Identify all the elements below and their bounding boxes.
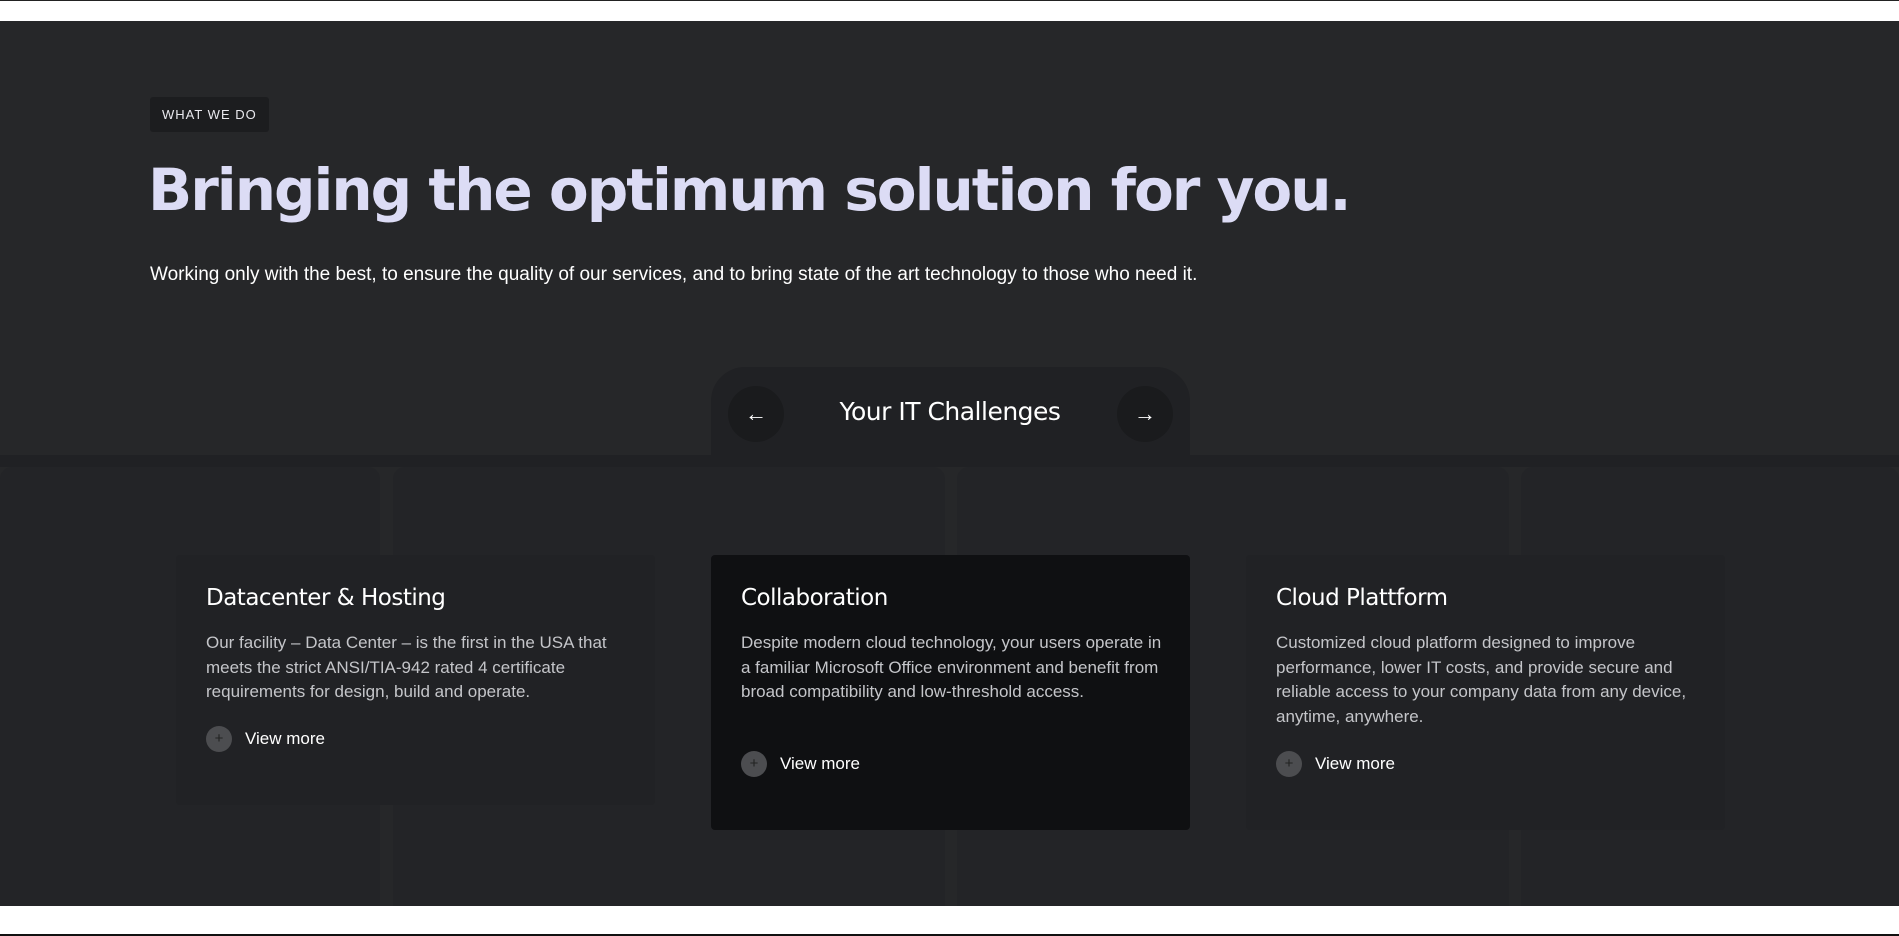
service-card-cloud-platform[interactable]: Cloud Plattform Customized cloud platfor… xyxy=(1246,555,1725,830)
plus-icon: + xyxy=(1276,751,1302,777)
carousel-prev-button[interactable]: ← xyxy=(728,386,784,442)
what-we-do-section: WHAT WE DO Bringing the optimum solution… xyxy=(0,21,1899,906)
view-more-label: View more xyxy=(245,729,325,748)
section-subtext: Working only with the best, to ensure th… xyxy=(150,264,1198,285)
arrow-left-icon: ← xyxy=(745,401,767,426)
view-more-link[interactable]: + View more xyxy=(741,751,860,777)
view-more-link[interactable]: + View more xyxy=(1276,751,1395,777)
card-description: Our facility – Data Center – is the firs… xyxy=(206,633,607,701)
top-divider xyxy=(0,0,1899,1)
service-card-collaboration[interactable]: Collaboration Despite modern cloud techn… xyxy=(711,555,1190,830)
carousel-next-button[interactable]: → xyxy=(1117,386,1173,442)
plus-icon: + xyxy=(206,726,232,752)
plus-icon: + xyxy=(741,751,767,777)
card-title: Collaboration xyxy=(741,585,888,611)
view-more-label: View more xyxy=(780,754,860,773)
arrow-right-icon: → xyxy=(1134,401,1156,426)
section-eyebrow: WHAT WE DO xyxy=(150,97,269,132)
carousel-title: Your IT Challenges xyxy=(839,397,1061,426)
card-title: Cloud Plattform xyxy=(1276,585,1448,611)
page: WHAT WE DO Bringing the optimum solution… xyxy=(0,0,1899,936)
section-headline: Bringing the optimum solution for you. xyxy=(148,156,1352,224)
card-description: Customized cloud platform designed to im… xyxy=(1276,633,1687,726)
card-description: Despite modern cloud technology, your us… xyxy=(741,633,1162,701)
card-title: Datacenter & Hosting xyxy=(206,585,446,611)
view-more-link[interactable]: + View more xyxy=(206,726,325,752)
service-card-datacenter[interactable]: Datacenter & Hosting Our facility – Data… xyxy=(176,555,655,805)
carousel-band xyxy=(0,455,1899,467)
view-more-label: View more xyxy=(1315,754,1395,773)
